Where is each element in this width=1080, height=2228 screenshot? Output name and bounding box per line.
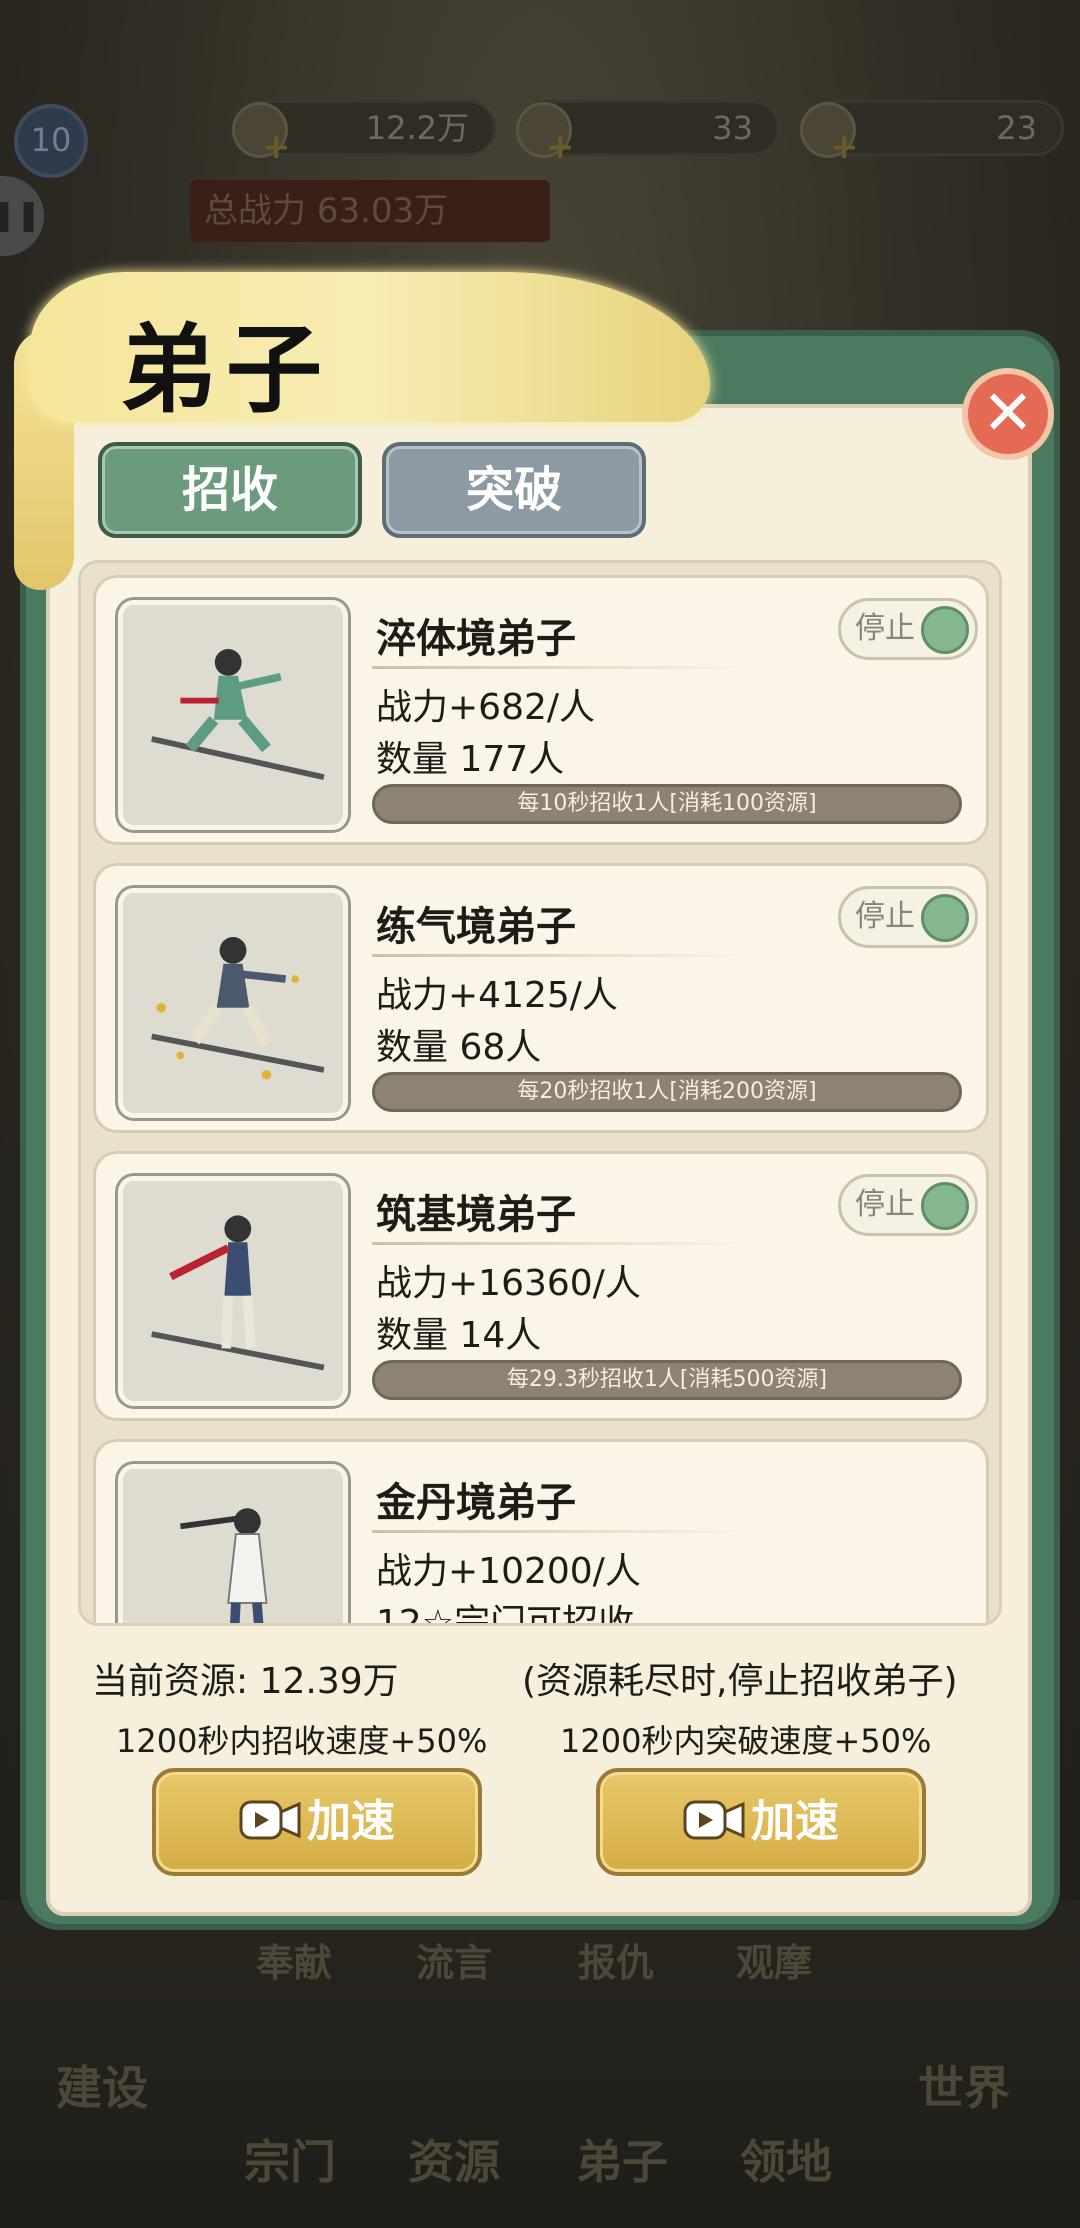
breakthrough-speed-bonus: 1200秒内突破速度+50% <box>560 1722 932 1760</box>
resource-note: (资源耗尽时,停止招收弟子) <box>522 1661 958 1702</box>
level-badge: 10 <box>14 104 88 178</box>
disciple-count: 数量 14人 <box>376 1315 542 1356</box>
add-gem-icon[interactable]: + <box>830 130 860 164</box>
speedup-label: 加速 <box>307 1796 395 1847</box>
stop-toggle[interactable]: 停止 <box>838 1174 978 1236</box>
disciple-portrait <box>118 1176 348 1406</box>
disciple-count: 数量 177人 <box>376 739 565 780</box>
disciple-name: 筑基境弟子 <box>376 1192 576 1238</box>
recruit-speedup-button[interactable]: 加速 <box>152 1768 482 1876</box>
unlock-requirement: 12☆宗门可招收 <box>376 1603 635 1626</box>
disciple-card: 练气境弟子 战力+4125/人 数量 68人 停止 每20秒招收1人[消耗200… <box>93 863 989 1133</box>
video-camera-icon <box>683 1800 745 1840</box>
toggle-knob <box>921 1182 969 1230</box>
nav-observe[interactable]: 观摩 <box>736 1932 812 1987</box>
recruit-speed-bonus: 1200秒内招收速度+50% <box>116 1722 488 1760</box>
recruit-rate-bar: 每20秒招收1人[消耗200资源] <box>372 1072 962 1112</box>
divider <box>372 1242 752 1245</box>
add-silver-icon[interactable]: + <box>262 130 292 164</box>
nav-world[interactable]: 世界 <box>918 2052 1010 2118</box>
disciple-power: 战力+4125/人 <box>376 975 618 1016</box>
stop-toggle[interactable]: 停止 <box>838 598 978 660</box>
nav-resources[interactable]: 资源 <box>408 2126 500 2192</box>
add-coin-icon[interactable]: + <box>546 130 576 164</box>
toggle-knob <box>921 894 969 942</box>
disciple-card: 筑基境弟子 战力+16360/人 数量 14人 停止 每29.3秒招收1人[消耗… <box>93 1151 989 1421</box>
golden-core-cultivator-icon <box>179 1508 268 1623</box>
nav-rumors[interactable]: 流言 <box>416 1932 492 1987</box>
toggle-label: 停止 <box>855 611 915 646</box>
divider <box>372 666 752 669</box>
disciple-card: 淬体境弟子 战力+682/人 数量 177人 停止 每10秒招收1人[消耗100… <box>93 575 989 845</box>
disciple-card: 金丹境弟子 战力+10200/人 12☆宗门可招收 <box>93 1439 989 1626</box>
nav-offering[interactable]: 奉献 <box>256 1932 332 1987</box>
disciple-name: 淬体境弟子 <box>376 616 576 662</box>
nav-revenge[interactable]: 报仇 <box>578 1932 654 1987</box>
stop-toggle[interactable]: 停止 <box>838 886 978 948</box>
disciple-list[interactable]: 淬体境弟子 战力+682/人 数量 177人 停止 每10秒招收1人[消耗100… <box>78 560 1002 1626</box>
toggle-knob <box>921 606 969 654</box>
nav-build[interactable]: 建设 <box>56 2052 148 2118</box>
breakthrough-speedup-button[interactable]: 加速 <box>596 1768 926 1876</box>
recruit-rate-bar: 每10秒招收1人[消耗100资源] <box>372 784 962 824</box>
current-resource: 当前资源: 12.39万 <box>92 1661 399 1702</box>
disciple-power: 战力+16360/人 <box>376 1263 641 1304</box>
divider <box>372 954 752 957</box>
nav-sect[interactable]: 宗门 <box>244 2126 336 2192</box>
disciple-portrait <box>118 888 348 1118</box>
nav-disciples[interactable]: 弟子 <box>576 2126 668 2192</box>
total-power-bar: 总战力 63.03万 <box>190 180 550 242</box>
close-button[interactable]: ✕ <box>962 368 1054 460</box>
recruit-rate-bar: 每29.3秒招收1人[消耗500资源] <box>372 1360 962 1400</box>
toggle-label: 停止 <box>855 1187 915 1222</box>
disciple-portrait <box>118 600 348 830</box>
swordsman-on-sword-icon <box>151 649 325 780</box>
dialog-title: 弟子 <box>120 314 332 426</box>
disciple-portrait <box>118 1464 348 1623</box>
foundation-cultivator-icon <box>151 1215 325 1371</box>
divider <box>372 1530 752 1533</box>
video-camera-icon <box>239 1800 301 1840</box>
disciple-count: 数量 68人 <box>376 1027 542 1068</box>
disciple-power: 战力+10200/人 <box>376 1551 641 1592</box>
disciple-name: 练气境弟子 <box>376 904 576 950</box>
tab-breakthrough[interactable]: 突破 <box>382 442 646 538</box>
qi-cultivator-icon <box>151 937 325 1080</box>
speedup-label: 加速 <box>751 1796 839 1847</box>
tab-recruit[interactable]: 招收 <box>98 442 362 538</box>
toggle-label: 停止 <box>855 899 915 934</box>
disciple-power: 战力+682/人 <box>376 687 596 728</box>
disciple-name: 金丹境弟子 <box>376 1480 576 1526</box>
total-power-value: 63.03万 <box>316 191 449 231</box>
nav-territory[interactable]: 领地 <box>740 2126 832 2192</box>
total-power-label: 总战力 <box>204 191 306 231</box>
